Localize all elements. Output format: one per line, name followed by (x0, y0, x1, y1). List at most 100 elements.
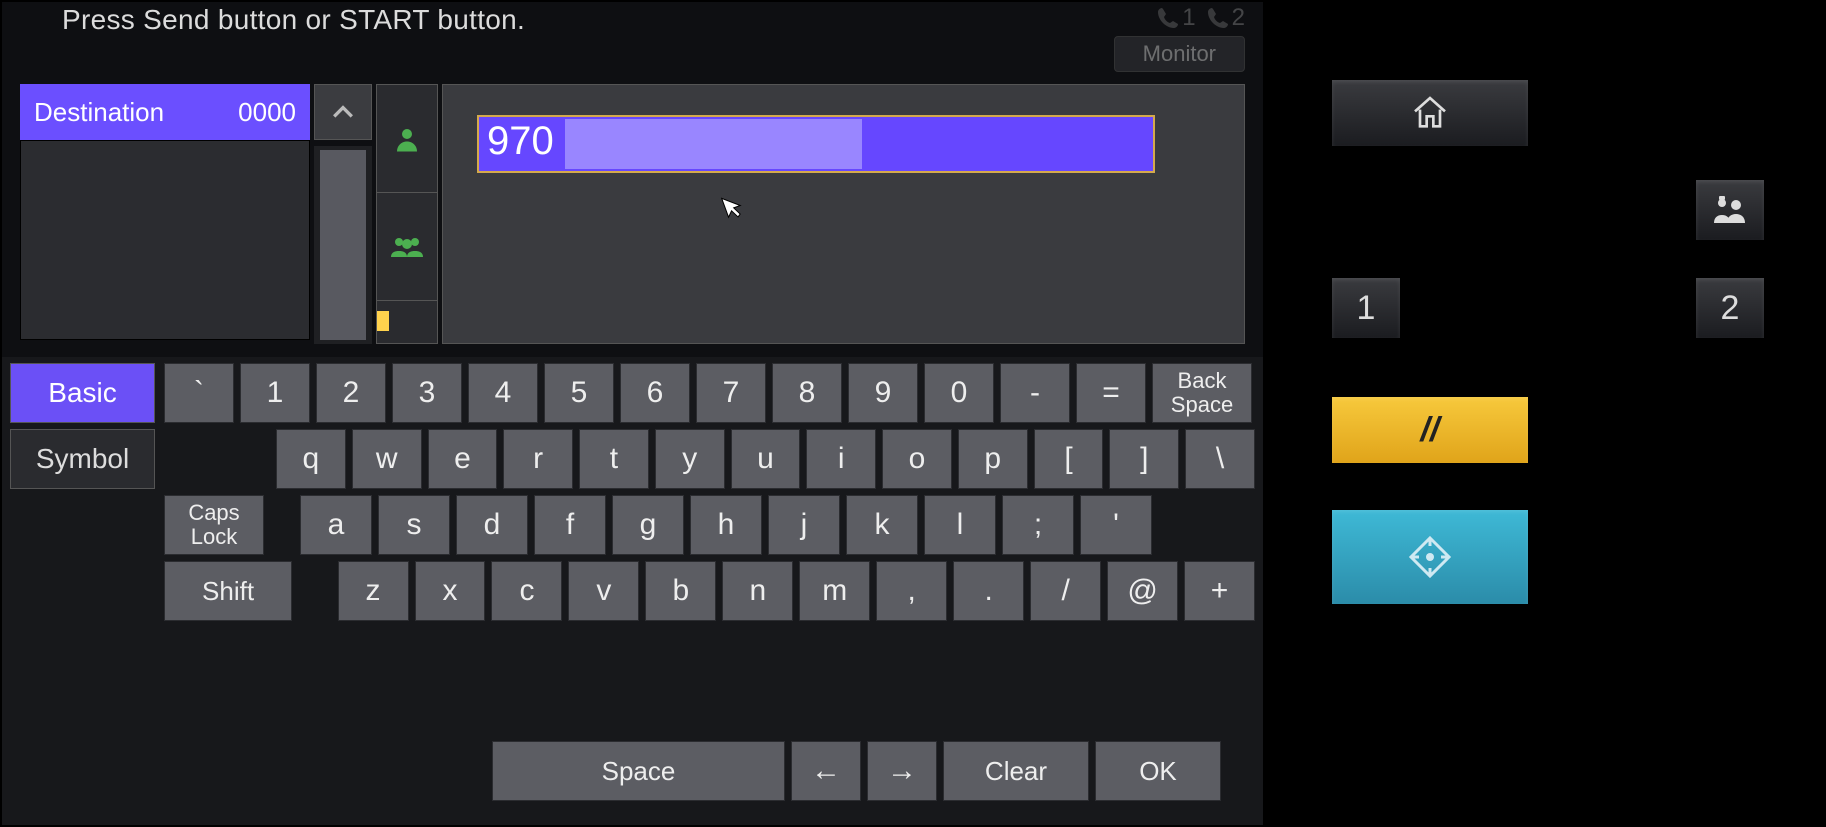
key-8[interactable]: 8 (772, 363, 842, 423)
active-tab-marker (377, 311, 389, 331)
key-shift[interactable]: Shift (164, 561, 292, 621)
key-l[interactable]: l (924, 495, 996, 555)
key-3[interactable]: 3 (392, 363, 462, 423)
key-u[interactable]: u (731, 429, 801, 489)
key-o[interactable]: o (882, 429, 952, 489)
preset-1-button[interactable]: 1 (1330, 276, 1402, 340)
key-t[interactable]: t (579, 429, 649, 489)
key-backspace-label1: Back (1178, 369, 1227, 393)
key-space[interactable]: Space (492, 741, 785, 801)
key-k[interactable]: k (846, 495, 918, 555)
handset-icon (1206, 6, 1230, 30)
contact-tab-single[interactable] (377, 85, 437, 193)
accessibility-button[interactable] (1694, 178, 1766, 242)
key-w[interactable]: w (352, 429, 422, 489)
contact-tab-group[interactable] (377, 193, 437, 301)
key-equals[interactable]: = (1076, 363, 1146, 423)
key-arrow-left[interactable]: ← (791, 741, 861, 801)
key-capslock[interactable]: Caps Lock (164, 495, 264, 555)
key-backtick[interactable]: ` (164, 363, 234, 423)
start-diamond-icon (1405, 532, 1455, 582)
key-ok[interactable]: OK (1095, 741, 1221, 801)
key-clear[interactable]: Clear (943, 741, 1089, 801)
key-q[interactable]: q (276, 429, 346, 489)
key-0[interactable]: 0 (924, 363, 994, 423)
key-semicolon[interactable]: ; (1002, 495, 1074, 555)
key-d[interactable]: d (456, 495, 528, 555)
key-c[interactable]: c (491, 561, 562, 621)
key-bracket-open[interactable]: [ (1034, 429, 1104, 489)
chevron-up-icon (332, 101, 354, 123)
keyboard-mode-tabs: Basic Symbol (10, 363, 155, 489)
mid-area: Destination 0000 (20, 84, 1245, 344)
handset-icon (1156, 6, 1180, 30)
key-at[interactable]: @ (1107, 561, 1178, 621)
key-apostrophe[interactable]: ' (1080, 495, 1152, 555)
main-touch-panel: Press Send button or START button. 1 2 M… (0, 0, 1265, 827)
key-capslock-label1: Caps (188, 501, 239, 525)
scroll-thumb[interactable] (320, 150, 366, 340)
key-x[interactable]: x (415, 561, 486, 621)
destination-header[interactable]: Destination 0000 (20, 84, 310, 140)
scroll-track[interactable] (314, 146, 372, 344)
key-i[interactable]: i (806, 429, 876, 489)
key-6[interactable]: 6 (620, 363, 690, 423)
key-period[interactable]: . (953, 561, 1024, 621)
key-backspace[interactable]: Back Space (1152, 363, 1252, 423)
on-screen-keyboard: Basic Symbol ` 1 2 3 4 5 6 7 8 9 0 - (2, 357, 1263, 825)
start-button[interactable] (1330, 508, 1530, 606)
reset-button[interactable]: // (1330, 395, 1530, 465)
key-arrow-right[interactable]: → (867, 741, 937, 801)
keyboard-rows: ` 1 2 3 4 5 6 7 8 9 0 - = Back Space (164, 363, 1255, 621)
number-input-field[interactable]: 970 (477, 115, 1155, 173)
key-capslock-label2: Lock (191, 525, 237, 549)
key-bracket-close[interactable]: ] (1109, 429, 1179, 489)
key-g[interactable]: g (612, 495, 684, 555)
hardware-side-panel: 1 2 // (1265, 0, 1826, 827)
key-backslash[interactable]: \ (1185, 429, 1255, 489)
key-slash[interactable]: / (1030, 561, 1101, 621)
key-b[interactable]: b (645, 561, 716, 621)
key-4[interactable]: 4 (468, 363, 538, 423)
key-s[interactable]: s (378, 495, 450, 555)
key-a[interactable]: a (300, 495, 372, 555)
key-comma[interactable]: , (876, 561, 947, 621)
key-plus[interactable]: + (1184, 561, 1255, 621)
key-e[interactable]: e (428, 429, 498, 489)
key-2[interactable]: 2 (316, 363, 386, 423)
key-h[interactable]: h (690, 495, 762, 555)
key-r[interactable]: r (503, 429, 573, 489)
key-backspace-label2: Space (1171, 393, 1233, 417)
people-key-icon (1712, 195, 1748, 225)
line2-indicator: 2 (1206, 4, 1245, 32)
key-j[interactable]: j (768, 495, 840, 555)
scroll-up-button[interactable] (314, 84, 372, 140)
home-button[interactable] (1330, 78, 1530, 148)
key-m[interactable]: m (799, 561, 870, 621)
input-panel: 970 (442, 84, 1245, 344)
destination-label: Destination (34, 97, 164, 128)
kb-row-3: Caps Lock a s d f g h j k l ; ' (164, 495, 1255, 555)
line1-indicator: 1 (1156, 4, 1195, 32)
key-9[interactable]: 9 (848, 363, 918, 423)
key-z[interactable]: z (338, 561, 409, 621)
line1-label: 1 (1182, 4, 1195, 32)
key-f[interactable]: f (534, 495, 606, 555)
kb-row-4: Shift z x c v b n m , . / @ + (164, 561, 1255, 621)
kb-bottom-row: Space ← → Clear OK (492, 741, 1221, 801)
key-5[interactable]: 5 (544, 363, 614, 423)
key-p[interactable]: p (958, 429, 1028, 489)
key-v[interactable]: v (568, 561, 639, 621)
contacts-tabs (376, 84, 438, 344)
preset-2-button[interactable]: 2 (1694, 276, 1766, 340)
key-7[interactable]: 7 (696, 363, 766, 423)
keyboard-tab-basic[interactable]: Basic (10, 363, 155, 423)
keyboard-tab-symbol[interactable]: Symbol (10, 429, 155, 489)
scroll-column (314, 84, 372, 344)
key-y[interactable]: y (655, 429, 725, 489)
key-n[interactable]: n (722, 561, 793, 621)
monitor-button[interactable]: Monitor (1114, 36, 1245, 72)
people-group-icon (389, 233, 425, 261)
key-1[interactable]: 1 (240, 363, 310, 423)
key-minus[interactable]: - (1000, 363, 1070, 423)
